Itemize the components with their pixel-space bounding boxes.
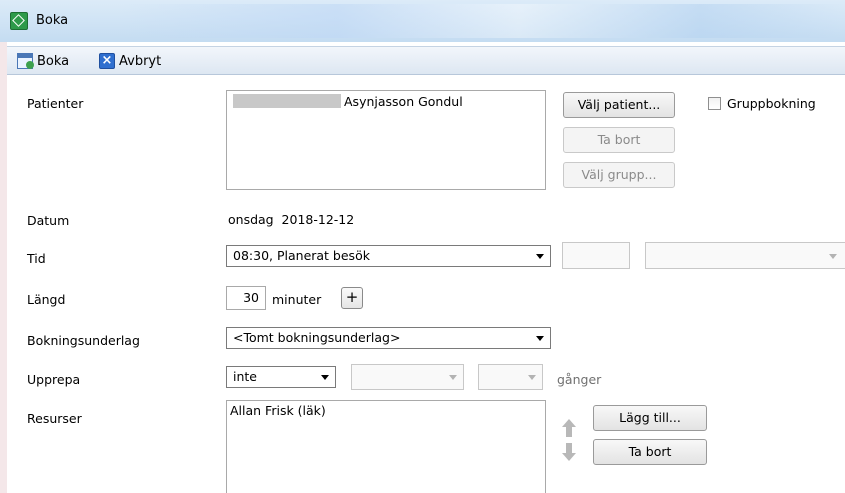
langd-label: Längd xyxy=(27,292,66,307)
tid-value: 08:30, Planerat besök xyxy=(233,248,370,263)
remove-patient-button[interactable]: Ta bort xyxy=(563,127,675,153)
chevron-down-icon xyxy=(829,254,837,259)
duration-unit: minuter xyxy=(272,292,322,307)
upprepa-label: Upprepa xyxy=(27,372,81,387)
patient-name[interactable]: Asynjasson Gondul xyxy=(344,94,463,109)
avbryt-button[interactable]: × Avbryt xyxy=(99,51,161,71)
bokningsunderlag-label: Bokningsunderlag xyxy=(27,333,140,348)
chevron-down-icon xyxy=(536,254,544,259)
resurser-label: Resurser xyxy=(27,411,82,426)
repeat-interval-select[interactable] xyxy=(351,364,464,390)
toolbar: Boka × Avbryt xyxy=(7,46,845,75)
remove-resource-button[interactable]: Ta bort xyxy=(593,439,707,465)
add-resource-button[interactable]: Lägg till... xyxy=(593,405,707,431)
close-icon: × xyxy=(99,53,115,69)
title-bar[interactable]: Boka xyxy=(0,0,845,42)
increase-duration-button[interactable]: + xyxy=(341,287,363,309)
upprepa-value: inte xyxy=(233,369,257,384)
chevron-down-icon xyxy=(528,375,536,380)
group-booking-checkbox[interactable] xyxy=(708,97,721,110)
patients-list[interactable]: Asynjasson Gondul xyxy=(226,90,546,190)
datum-value: onsdag 2018-12-12 xyxy=(228,212,355,227)
resources-list[interactable]: Allan Frisk (läk) xyxy=(226,400,546,493)
tid-select[interactable]: 08:30, Planerat besök xyxy=(226,245,551,267)
avbryt-label: Avbryt xyxy=(119,53,162,69)
datum-label: Datum xyxy=(27,213,70,228)
duration-input[interactable]: 30 xyxy=(226,286,266,310)
redacted-personal-id xyxy=(233,94,341,108)
resource-item[interactable]: Allan Frisk (läk) xyxy=(230,403,326,418)
chevron-down-icon xyxy=(449,375,457,380)
choose-patient-button[interactable]: Välj patient... xyxy=(563,92,675,118)
choose-group-button[interactable]: Välj grupp... xyxy=(563,162,675,188)
tid-extra-field[interactable] xyxy=(562,242,630,269)
bokningsunderlag-select[interactable]: <Tomt bokningsunderlag> xyxy=(226,327,551,349)
chevron-down-icon xyxy=(321,375,329,380)
tid-extra-select[interactable] xyxy=(645,242,845,269)
repeat-count-select[interactable] xyxy=(478,364,543,390)
move-up-arrow-icon[interactable] xyxy=(562,419,576,439)
patienter-label: Patienter xyxy=(27,96,84,111)
booking-app-icon xyxy=(10,12,28,30)
group-booking-label: Gruppbokning xyxy=(727,96,816,111)
tid-label: Tid xyxy=(27,251,46,266)
upprepa-select[interactable]: inte xyxy=(226,366,336,388)
window-left-edge xyxy=(0,0,7,493)
times-label: gånger xyxy=(557,372,602,387)
bokningsunderlag-value: <Tomt bokningsunderlag> xyxy=(233,330,401,345)
calendar-add-icon xyxy=(17,53,34,69)
boka-button[interactable]: Boka xyxy=(17,51,69,71)
boka-label: Boka xyxy=(37,53,70,69)
chevron-down-icon xyxy=(536,336,544,341)
window-title: Boka xyxy=(36,13,69,28)
move-down-arrow-icon[interactable] xyxy=(562,443,576,463)
